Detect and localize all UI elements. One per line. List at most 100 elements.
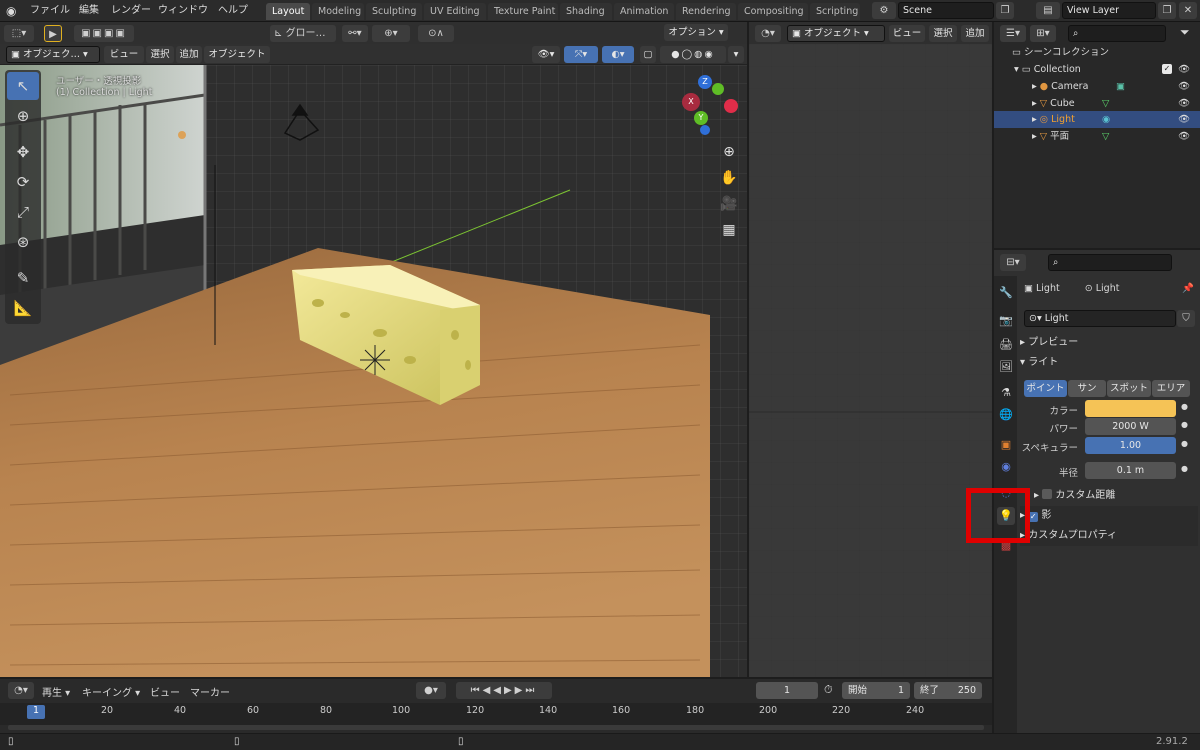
outliner-scene-collection[interactable]: ▭ シーンコレクション bbox=[994, 44, 1200, 61]
menu-add[interactable]: 追加 bbox=[176, 46, 202, 63]
eye-icon[interactable]: 👁 bbox=[1178, 128, 1190, 145]
remove-view-layer-icon[interactable]: ✕ bbox=[1179, 2, 1197, 19]
menu-render[interactable]: レンダー bbox=[111, 4, 151, 18]
keyframe-dot-icon[interactable]: ● bbox=[1181, 439, 1188, 448]
perspective-grid-icon[interactable]: ▦ bbox=[718, 219, 740, 241]
rotate-tool-icon[interactable]: ⟳ bbox=[7, 168, 39, 196]
current-frame-field[interactable]: 1 bbox=[756, 682, 818, 699]
custom-distance-checkbox[interactable] bbox=[1042, 489, 1053, 499]
light-datablock-field[interactable]: ⊙▾ Light bbox=[1024, 310, 1176, 327]
menu-window[interactable]: ウィンドウ bbox=[158, 4, 208, 18]
mode-dropdown[interactable]: ▣ オブジェク… ▾ bbox=[6, 46, 100, 63]
gizmo-neg-y[interactable]: Y bbox=[694, 111, 708, 125]
second-viewport[interactable]: ◔▾ ▣ オブジェクト ▾ ビュー 選択 追加 bbox=[749, 22, 992, 677]
world-tab-icon[interactable]: 🌐 bbox=[997, 406, 1015, 424]
menu-select[interactable]: 選択 bbox=[146, 46, 174, 63]
blender-logo-icon[interactable]: ◉ bbox=[6, 4, 16, 18]
start-frame-field[interactable]: 開始 1 bbox=[842, 682, 910, 699]
second-menu-select[interactable]: 選択 bbox=[929, 25, 957, 42]
light-type-point[interactable]: ポイント bbox=[1024, 380, 1067, 397]
display-mode-icon[interactable]: ⊞▾ bbox=[1030, 25, 1056, 42]
outliner-search-input[interactable]: ⌕ bbox=[1068, 25, 1166, 42]
tab-uv-editing[interactable]: UV Editing bbox=[424, 3, 486, 20]
menu-view[interactable]: ビュー bbox=[104, 46, 144, 63]
stopwatch-icon[interactable]: ⏱ bbox=[824, 683, 833, 697]
proportional-edit-icon[interactable]: ⊙∧ bbox=[418, 25, 454, 42]
timeline-view-menu[interactable]: ビュー bbox=[150, 684, 180, 699]
options-dropdown[interactable]: オプション ▾ bbox=[664, 24, 728, 41]
zoom-icon[interactable]: ⊕ bbox=[718, 141, 740, 163]
transform-tool-icon[interactable]: ⊛ bbox=[7, 228, 39, 256]
camera-view-icon[interactable]: 🎥 bbox=[718, 193, 740, 215]
tab-layout[interactable]: Layout bbox=[266, 3, 310, 20]
pan-hand-icon[interactable]: ✋ bbox=[718, 167, 740, 189]
cursor-tool-icon[interactable]: ⊕ bbox=[7, 102, 39, 130]
fake-user-shield-icon[interactable]: ⛉ bbox=[1177, 310, 1195, 327]
menu-file[interactable]: ファイル bbox=[30, 4, 70, 18]
gizmo-x-axis[interactable] bbox=[724, 99, 738, 113]
light-type-sun[interactable]: サン bbox=[1068, 380, 1106, 397]
tab-animation[interactable]: Animation bbox=[614, 3, 674, 20]
playback-menu[interactable]: 再生 ▾ bbox=[42, 684, 70, 699]
transform-orientation-dropdown[interactable]: ⊾ グロー… bbox=[270, 25, 336, 42]
section-custom-properties[interactable]: ▸ カスタムプロパティ bbox=[1020, 526, 1198, 546]
eye-icon[interactable]: 👁 bbox=[1178, 61, 1190, 78]
tab-scripting[interactable]: Scripting bbox=[810, 3, 860, 20]
timeline-editor-type-icon[interactable]: ◔▾ bbox=[8, 682, 34, 699]
exclude-checkbox[interactable]: ✓ bbox=[1162, 64, 1172, 74]
properties-editor-type-icon[interactable]: ⊟▾ bbox=[1000, 254, 1026, 271]
playback-controls-icons[interactable]: ⏮◀◀▶▶⏭ bbox=[456, 682, 552, 699]
outliner-item-cube[interactable]: ▸ ▽ Cube ▽ 👁 bbox=[994, 95, 1200, 112]
gizmo-z-axis[interactable]: Z bbox=[698, 75, 712, 89]
selection-mode-icons[interactable]: ▣▣▣▣ bbox=[74, 25, 134, 42]
visibility-icon[interactable]: 👁▾ bbox=[532, 46, 560, 63]
light-type-spot[interactable]: スポット bbox=[1107, 380, 1151, 397]
shading-options-icon[interactable]: ▾ bbox=[728, 46, 744, 63]
editor-type-icon[interactable]: ⬚▾ bbox=[4, 25, 34, 42]
eye-icon[interactable]: 👁 bbox=[1178, 111, 1190, 128]
measure-tool-icon[interactable]: 📐 bbox=[7, 294, 39, 322]
overlay-toggle-icon[interactable]: ◐▾ bbox=[602, 46, 634, 63]
tab-texture-paint[interactable]: Texture Paint bbox=[488, 3, 558, 20]
radius-field[interactable]: 0.1 m bbox=[1085, 462, 1176, 479]
scene-tab-icon[interactable]: ⚗ bbox=[997, 384, 1015, 402]
pin-icon[interactable]: 📌 bbox=[1182, 280, 1194, 297]
select-tool-icon[interactable]: ↖ bbox=[7, 72, 39, 100]
tab-sculpting[interactable]: Sculpting bbox=[366, 3, 422, 20]
second-menu-add[interactable]: 追加 bbox=[961, 25, 989, 42]
view-layer-tab-icon[interactable]: 🖼 bbox=[997, 358, 1015, 376]
timeline-scrollbar[interactable] bbox=[8, 725, 984, 730]
outliner-item-plane[interactable]: ▸ ▽ 平面 ▽ 👁 bbox=[994, 128, 1200, 145]
pivot-icon[interactable]: ⚯▾ bbox=[342, 25, 368, 42]
section-light[interactable]: ▾ ライト bbox=[1020, 353, 1198, 373]
gizmo-toggle-icon[interactable]: ⤧▾ bbox=[564, 46, 598, 63]
tab-shading[interactable]: Shading bbox=[560, 3, 612, 20]
light-type-area[interactable]: エリア bbox=[1152, 380, 1190, 397]
tab-rendering[interactable]: Rendering bbox=[676, 3, 736, 20]
outliner-item-collection[interactable]: ▾ ▭ Collection ✓ 👁 bbox=[994, 61, 1200, 78]
gizmo-y-axis[interactable] bbox=[712, 83, 724, 95]
second-menu-view[interactable]: ビュー bbox=[889, 25, 925, 42]
power-field[interactable]: 2000 W bbox=[1085, 418, 1176, 435]
specular-field[interactable]: 1.00 bbox=[1085, 437, 1176, 454]
shading-modes-icons[interactable]: ●◯◍◉ bbox=[660, 46, 726, 63]
navigation-gizmo[interactable]: Z X Y bbox=[672, 73, 742, 143]
marker-menu[interactable]: マーカー bbox=[190, 684, 230, 699]
menu-object[interactable]: オブジェクト bbox=[204, 46, 270, 63]
menu-edit[interactable]: 編集 bbox=[79, 4, 99, 18]
properties-search-input[interactable]: ⌕ bbox=[1048, 254, 1172, 271]
view-layer-icon[interactable]: ▤ bbox=[1036, 2, 1060, 19]
keying-menu[interactable]: キーイング ▾ bbox=[82, 684, 140, 699]
object-tab-icon[interactable]: ▣ bbox=[997, 436, 1015, 454]
second-mode-dropdown[interactable]: ▣ オブジェクト ▾ bbox=[787, 25, 885, 42]
snap-icon[interactable]: ⊕▾ bbox=[372, 25, 410, 42]
gizmo-neg-z[interactable] bbox=[700, 125, 710, 135]
menu-help[interactable]: ヘルプ bbox=[218, 4, 248, 18]
eye-icon[interactable]: 👁 bbox=[1178, 95, 1190, 112]
3d-viewport[interactable]: ユーザー・透視投影 (1) Collection | Light Z X Y ⊕… bbox=[0, 65, 747, 677]
move-tool-icon[interactable]: ✥ bbox=[7, 138, 39, 166]
scale-tool-icon[interactable]: ⤢ bbox=[7, 198, 39, 226]
filter-icon[interactable]: ⏷ bbox=[1180, 25, 1190, 40]
color-swatch[interactable] bbox=[1085, 400, 1176, 417]
gizmo-neg-x[interactable]: X bbox=[682, 93, 700, 111]
